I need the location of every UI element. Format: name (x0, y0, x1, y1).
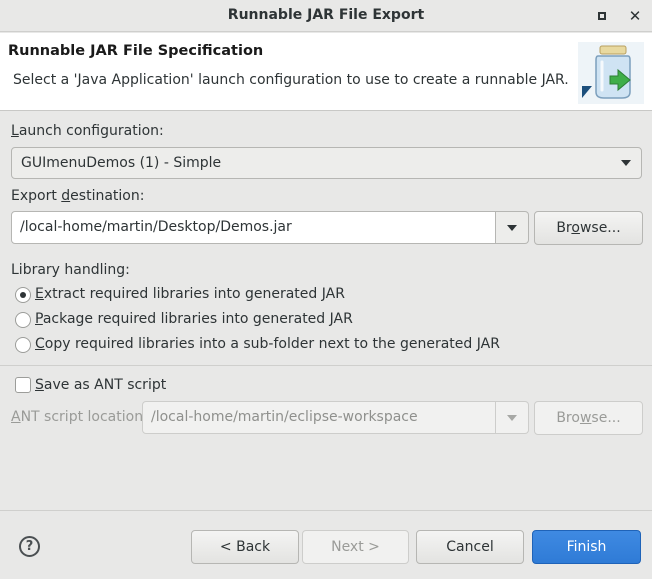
next-button[interactable]: Next > (302, 530, 409, 564)
ant-script-location-input[interactable]: /local-home/martin/eclipse-workspace (142, 401, 496, 434)
jar-export-icon (578, 42, 644, 104)
maximize-button[interactable] (593, 7, 611, 25)
export-destination-input[interactable]: /local-home/martin/Desktop/Demos.jar (11, 211, 496, 244)
page-title: Runnable JAR File Specification (8, 43, 264, 59)
footer-divider (0, 510, 652, 511)
help-icon[interactable]: ? (19, 536, 40, 557)
title-bar: Runnable JAR File Export ✕ (0, 0, 652, 32)
copy-libraries-label[interactable]: Copy required libraries into a sub-folde… (35, 336, 500, 352)
chevron-down-icon (507, 415, 517, 421)
export-destination-value: /local-home/martin/Desktop/Demos.jar (20, 219, 292, 235)
chevron-down-icon (621, 160, 631, 166)
copy-libraries-radio[interactable] (15, 337, 31, 353)
window-title: Runnable JAR File Export (227, 7, 425, 23)
close-icon: ✕ (628, 7, 642, 25)
launch-configuration-label: Launch configuration: (11, 123, 164, 139)
extract-libraries-label[interactable]: Extract required libraries into generate… (35, 286, 345, 302)
section-divider (0, 365, 652, 366)
wizard-header: Runnable JAR File Specification Select a… (0, 33, 652, 111)
package-libraries-radio[interactable] (15, 312, 31, 328)
ant-script-location-value: /local-home/martin/eclipse-workspace (151, 409, 418, 425)
ant-browse-button[interactable]: Browse... (534, 401, 643, 435)
launch-configuration-select[interactable]: GUImenuDemos (1) - Simple (11, 147, 642, 179)
chevron-down-icon (507, 225, 517, 231)
ant-script-location-dropdown[interactable] (496, 401, 529, 434)
library-handling-label: Library handling: (11, 262, 130, 278)
page-description: Select a 'Java Application' launch confi… (13, 72, 569, 88)
cancel-button[interactable]: Cancel (416, 530, 524, 564)
save-ant-script-label[interactable]: Save as ANT script (35, 377, 166, 393)
back-button[interactable]: < Back (191, 530, 299, 564)
package-libraries-label[interactable]: Package required libraries into generate… (35, 311, 353, 327)
ant-script-location-label: ANT script location: (11, 409, 148, 425)
finish-button[interactable]: Finish (532, 530, 641, 564)
export-destination-dropdown[interactable] (496, 211, 529, 244)
export-destination-label: Export destination: (11, 188, 145, 204)
extract-libraries-radio[interactable] (15, 287, 31, 303)
close-button[interactable]: ✕ (626, 7, 644, 25)
launch-configuration-value: GUImenuDemos (1) - Simple (21, 155, 222, 171)
save-ant-script-checkbox[interactable] (15, 377, 31, 393)
export-browse-button[interactable]: Browse... (534, 211, 643, 245)
